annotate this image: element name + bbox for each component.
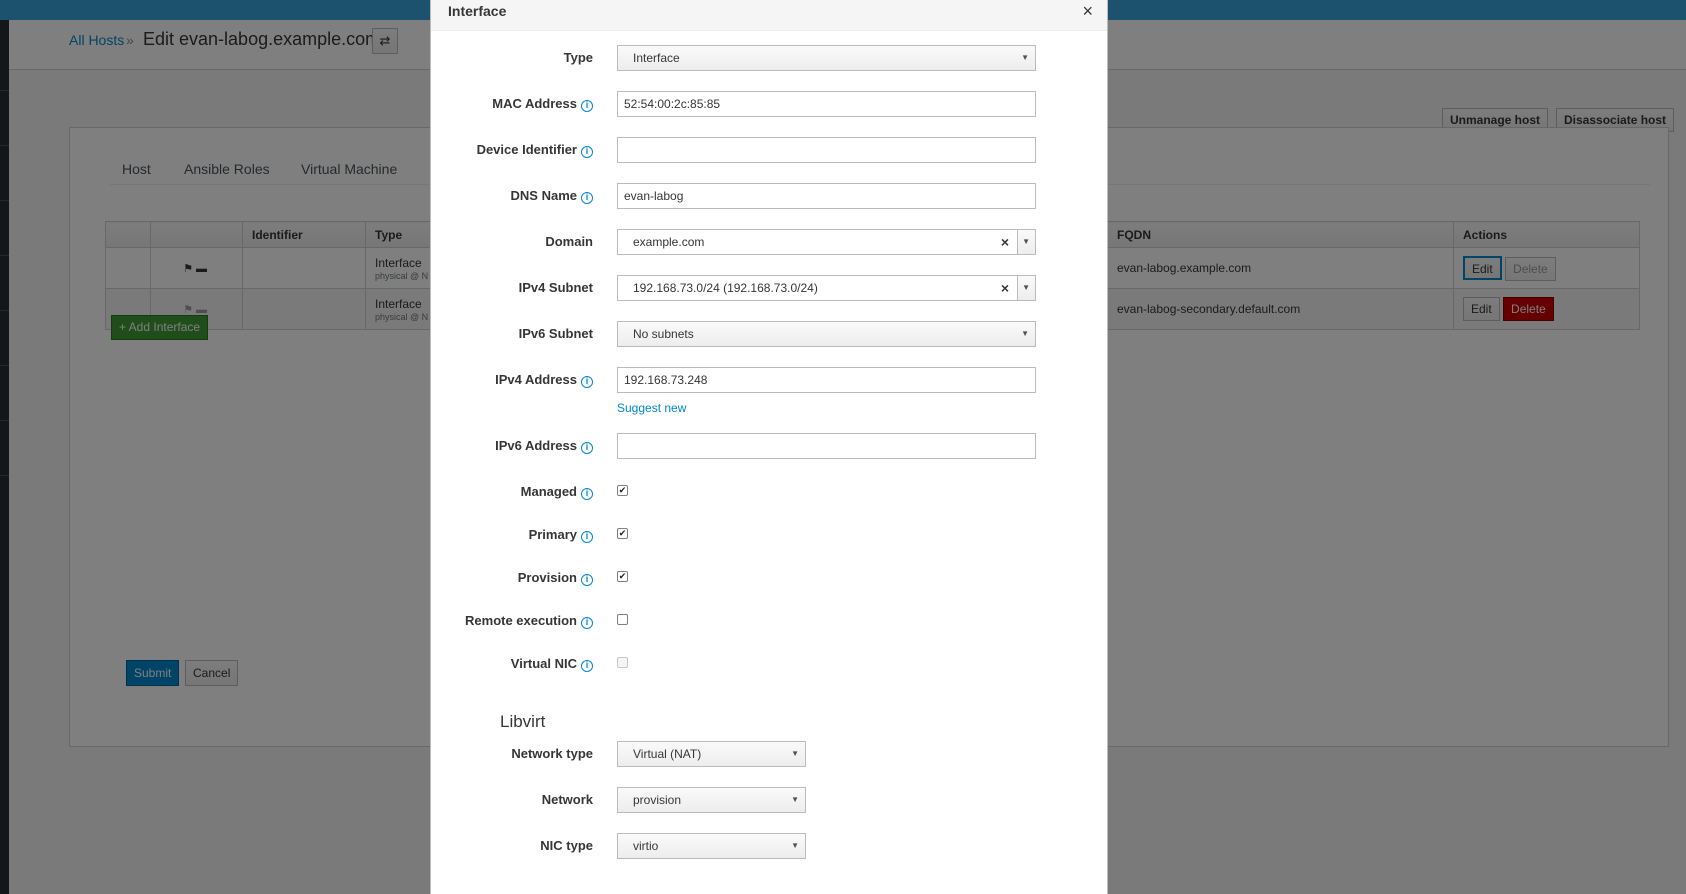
chevron-down-icon: ▼ — [791, 841, 799, 850]
interface-modal: Interface × Type Interface ▼ MAC Address i… — [430, 0, 1108, 894]
type-select[interactable]: Interface ▼ — [617, 45, 1036, 71]
ipv4-subnet-select[interactable]: 192.168.73.0/24 (192.168.73.0/24) × ▼ — [617, 275, 1036, 301]
ipv4-address-label-text: IPv4 Address — [495, 372, 577, 387]
ipv6-address-label: IPv6 Address i — [495, 438, 593, 454]
modal-title: Interface — [448, 3, 507, 19]
ipv4-address-value: 192.168.73.248 — [624, 373, 708, 387]
device-identifier-label-text: Device Identifier — [476, 142, 577, 157]
ipv4-subnet-select-value: 192.168.73.0/24 (192.168.73.0/24) — [633, 281, 818, 295]
modal-header: Interface × — [431, 0, 1107, 31]
network-label: Network — [542, 792, 593, 807]
provision-label: Provision i — [518, 570, 593, 586]
ipv4-subnet-label-text: IPv4 Subnet — [518, 280, 593, 295]
info-icon[interactable]: i — [581, 376, 593, 388]
remote-execution-label-text: Remote execution — [465, 613, 577, 628]
ipv6-subnet-select[interactable]: No subnets ▼ — [617, 321, 1036, 347]
primary-label: Primary i — [529, 527, 593, 543]
dropdown-toggle[interactable]: ▼ — [1017, 276, 1035, 300]
domain-label-text: Domain — [545, 234, 593, 249]
virtual-nic-checkbox — [617, 657, 628, 668]
network-type-label-text: Network type — [511, 746, 593, 761]
mac-address-label-text: MAC Address — [492, 96, 577, 111]
network-label-text: Network — [541, 792, 593, 807]
dropdown-toggle[interactable]: ▼ — [1017, 230, 1035, 254]
nic-type-label-text: NIC type — [540, 838, 593, 853]
info-icon[interactable]: i — [581, 146, 593, 158]
chevron-down-icon: ▼ — [1021, 329, 1029, 338]
mac-address-value: 52:54:00:2c:85:85 — [624, 97, 721, 111]
type-label-text: Type — [563, 50, 593, 65]
network-select[interactable]: provision ▼ — [617, 787, 806, 813]
network-type-select[interactable]: Virtual (NAT) ▼ — [617, 741, 806, 767]
network-value: provision — [633, 793, 682, 807]
suggest-new-link[interactable]: Suggest new — [617, 401, 686, 415]
dns-name-input[interactable]: evan-labog — [617, 183, 1036, 209]
ipv6-subnet-select-value: No subnets — [633, 327, 694, 341]
domain-label: Domain — [545, 234, 593, 249]
chevron-down-icon: ▼ — [1022, 283, 1030, 292]
dns-name-value: evan-labog — [624, 189, 684, 203]
remote-execution-checkbox[interactable] — [617, 614, 628, 625]
primary-checkbox[interactable]: ✔ — [617, 528, 628, 539]
dns-name-label: DNS Name i — [511, 188, 593, 204]
mac-address-label: MAC Address i — [492, 96, 593, 112]
network-type-label: Network type — [511, 746, 593, 761]
virtual-nic-label: Virtual NIC i — [511, 656, 593, 672]
nic-type-value: virtio — [633, 839, 659, 853]
provision-label-text: Provision — [517, 570, 577, 585]
device-identifier-label: Device Identifier i — [477, 142, 593, 158]
type-label: Type — [564, 50, 593, 65]
info-icon[interactable]: i — [581, 442, 593, 454]
type-select-value: Interface — [633, 51, 680, 65]
info-icon[interactable]: i — [581, 660, 593, 672]
ipv4-address-label: IPv4 Address i — [495, 372, 593, 388]
clear-icon[interactable]: × — [1001, 230, 1009, 254]
ipv6-subnet-label: IPv6 Subnet — [519, 326, 593, 341]
info-icon[interactable]: i — [581, 617, 593, 629]
provision-checkbox[interactable]: ✔ — [617, 571, 628, 582]
clear-icon[interactable]: × — [1001, 276, 1009, 300]
chevron-down-icon: ▼ — [791, 749, 799, 758]
managed-label-text: Managed — [520, 484, 577, 499]
mac-address-input[interactable]: 52:54:00:2c:85:85 — [617, 91, 1036, 117]
chevron-down-icon: ▼ — [1022, 237, 1030, 246]
info-icon[interactable]: i — [581, 574, 593, 586]
ipv4-subnet-label: IPv4 Subnet — [519, 280, 593, 295]
libvirt-section-title: Libvirt — [500, 712, 546, 731]
device-identifier-input[interactable] — [617, 137, 1036, 163]
ipv4-address-input[interactable]: 192.168.73.248 — [617, 367, 1036, 393]
domain-select[interactable]: example.com × ▼ — [617, 229, 1036, 255]
primary-label-text: Primary — [528, 527, 577, 542]
network-type-value: Virtual (NAT) — [633, 747, 702, 761]
ipv6-subnet-label-text: IPv6 Subnet — [518, 326, 593, 341]
info-icon[interactable]: i — [581, 192, 593, 204]
nic-type-label: NIC type — [540, 838, 593, 853]
chevron-down-icon: ▼ — [1021, 53, 1029, 62]
ipv6-address-label-text: IPv6 Address — [495, 438, 577, 453]
info-icon[interactable]: i — [581, 531, 593, 543]
virtual-nic-label-text: Virtual NIC — [510, 656, 577, 671]
close-icon[interactable]: × — [1082, 1, 1093, 22]
domain-select-value: example.com — [633, 235, 705, 249]
managed-checkbox[interactable]: ✔ — [617, 485, 628, 496]
nic-type-select[interactable]: virtio ▼ — [617, 833, 806, 859]
chevron-down-icon: ▼ — [791, 795, 799, 804]
remote-execution-label: Remote execution i — [465, 613, 593, 629]
dns-name-label-text: DNS Name — [510, 188, 577, 203]
ipv6-address-input[interactable] — [617, 433, 1036, 459]
info-icon[interactable]: i — [581, 100, 593, 112]
info-icon[interactable]: i — [581, 488, 593, 500]
managed-label: Managed i — [521, 484, 593, 500]
